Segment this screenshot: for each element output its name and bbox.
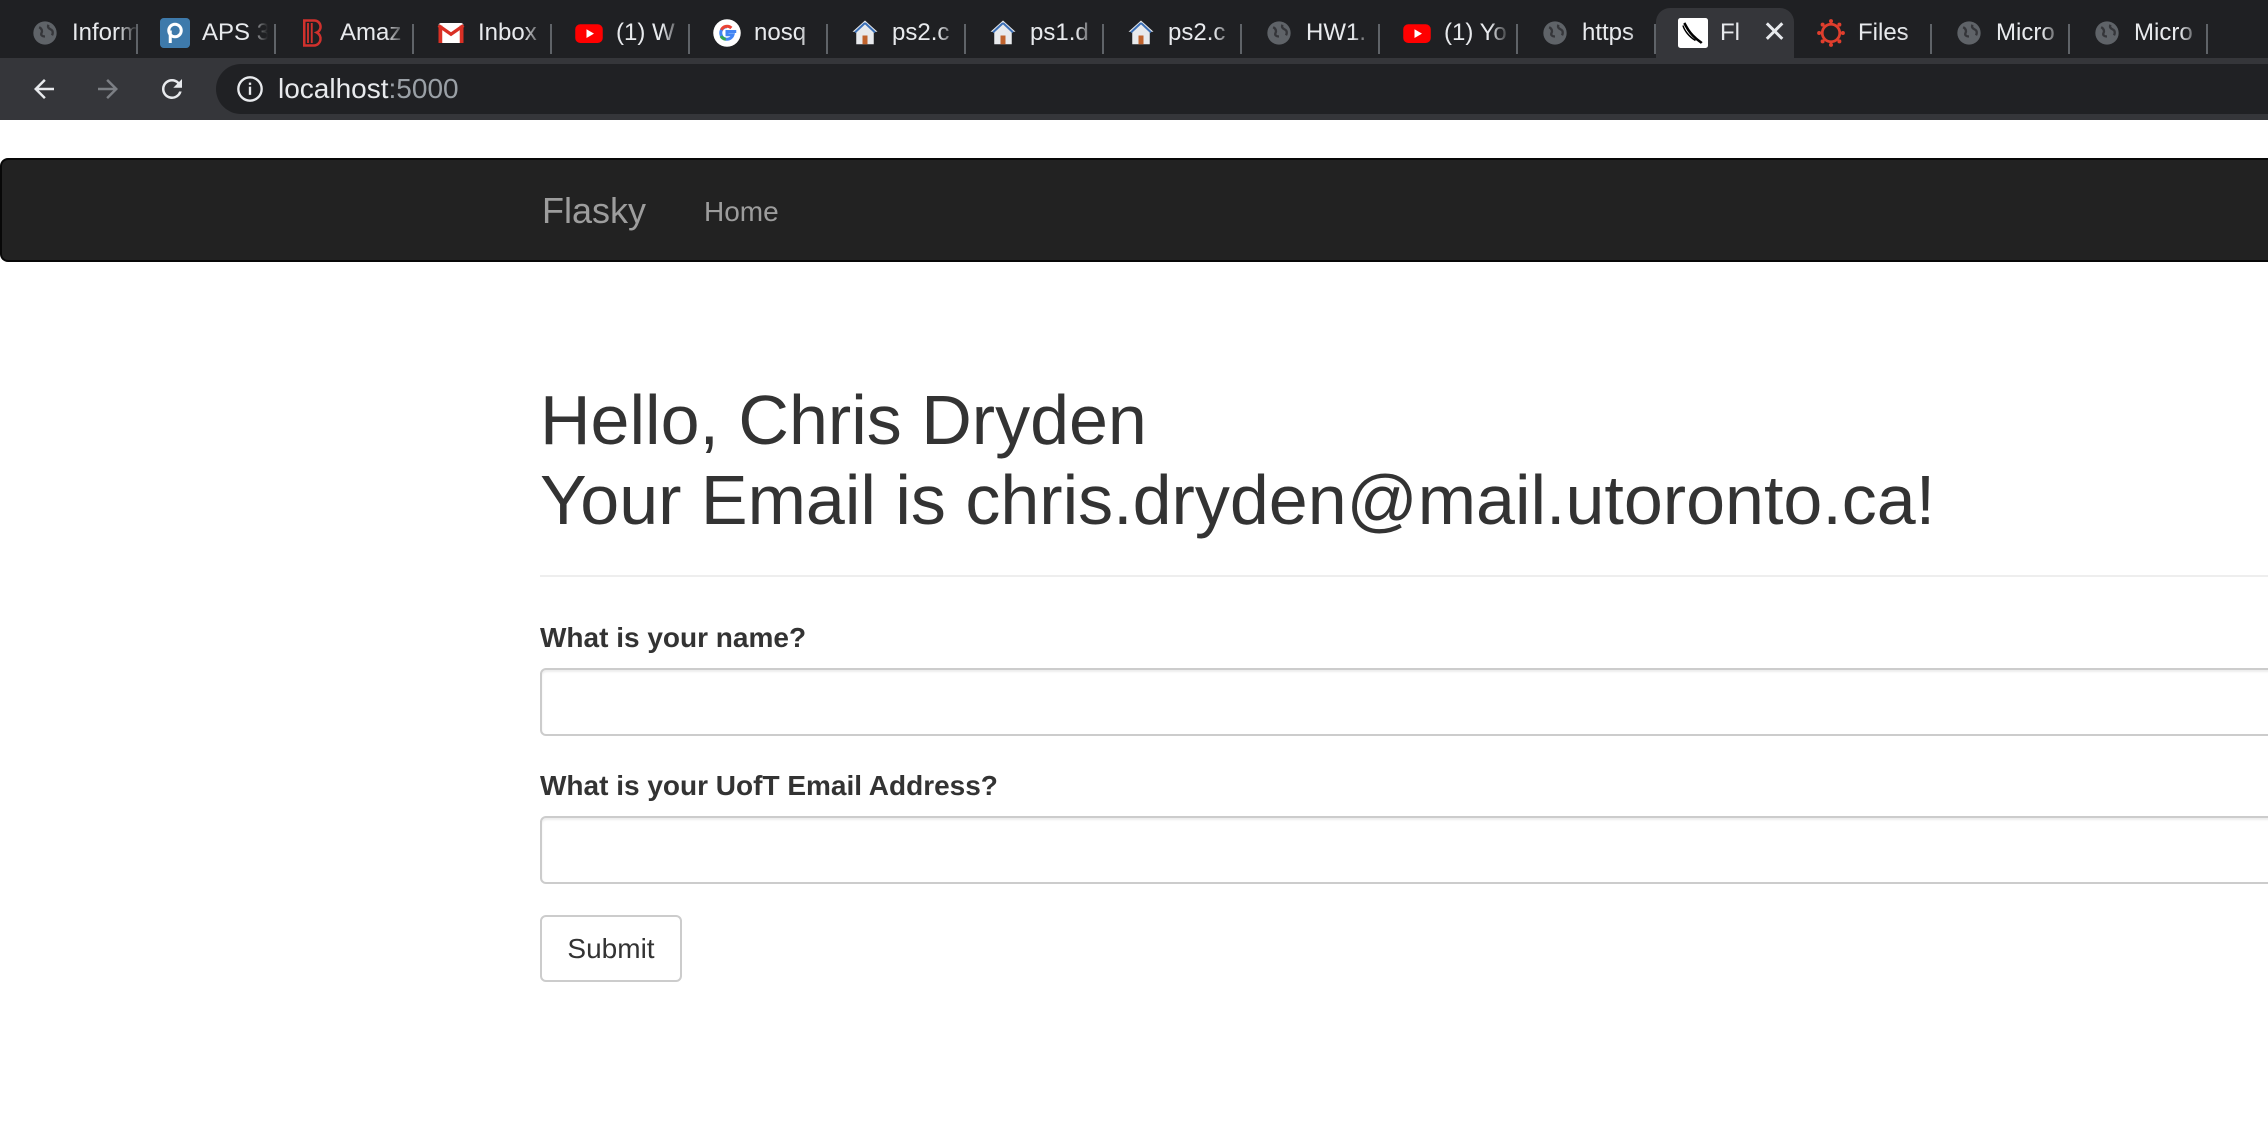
browser-tab[interactable]: (1) W	[552, 8, 690, 58]
globe-icon	[30, 18, 60, 48]
submit-button[interactable]: Submit	[540, 915, 682, 982]
globe-icon	[1954, 18, 1984, 48]
url-port: :5000	[388, 73, 459, 104]
greeting-heading: Hello, Chris Dryden Your Email is chris.…	[540, 380, 2268, 540]
browser-tab[interactable]: https	[1518, 8, 1656, 58]
tab-title: ps2.c	[892, 19, 950, 46]
tab-title: ps1.d	[1030, 19, 1089, 46]
house-icon	[988, 18, 1018, 48]
email-label: What is your UofT Email Address?	[540, 770, 998, 801]
name-label: What is your name?	[540, 622, 807, 653]
google-icon	[712, 18, 742, 48]
tab-separator	[2206, 24, 2208, 54]
browser-tab-strip: Inform APS 3 Amaz Inbox (1) W nosq ps2.c ps1.d p…	[0, 0, 2268, 58]
browser-tab[interactable]: Files	[1794, 8, 1932, 58]
piazza-icon	[160, 18, 190, 48]
navbar-brand[interactable]: Flasky	[542, 190, 646, 232]
reload-button[interactable]	[140, 58, 204, 120]
youtube-icon	[1402, 18, 1432, 48]
greeting-name: Hello, Chris Dryden	[540, 381, 1147, 459]
gmail-icon	[436, 18, 466, 48]
arrow-right-icon	[98, 79, 118, 99]
tab-title: APS 3	[202, 19, 268, 46]
globe-icon	[1540, 18, 1570, 48]
site-navbar: Flasky Home	[0, 158, 2268, 262]
header-divider	[540, 575, 2268, 577]
browser-tab[interactable]: Inbox	[414, 8, 552, 58]
browser-toolbar: localhost:5000	[0, 58, 2268, 120]
tab-title: Micro	[1996, 19, 2055, 46]
name-input[interactable]	[540, 668, 2268, 736]
forward-button[interactable]	[76, 58, 140, 120]
tab-title: Inbox	[478, 19, 537, 46]
arrow-left-icon	[34, 79, 54, 99]
tab-title: https	[1582, 19, 1635, 46]
browser-tab[interactable]: ps1.d	[966, 8, 1104, 58]
tab-title: Amaz	[340, 19, 402, 46]
tab-title: Files	[1858, 19, 1909, 46]
browser-tab[interactable]: Inform	[0, 8, 138, 58]
reload-icon	[161, 78, 182, 99]
house-icon	[1126, 18, 1156, 48]
page-header: Hello, Chris Dryden Your Email is chris.…	[540, 380, 2268, 540]
youtube-icon	[574, 18, 604, 48]
tab-title: nosq	[754, 19, 807, 46]
browser-tab[interactable]: APS 3	[138, 8, 276, 58]
tab-title: (1) W	[616, 19, 675, 46]
globe-icon	[1264, 18, 1294, 48]
greeting-email: Your Email is chris.dryden@mail.utoronto…	[540, 461, 1936, 539]
browser-tab[interactable]: HW1.	[1242, 8, 1380, 58]
house-icon	[850, 18, 880, 48]
browser-tab[interactable]: nosq	[690, 8, 828, 58]
browser-tab[interactable]: ps2.c	[828, 8, 966, 58]
browser-tab[interactable]: ps2.c	[1104, 8, 1242, 58]
back-button[interactable]	[12, 58, 76, 120]
url-host: localhost	[278, 73, 389, 104]
tab-title: (1) Yo	[1444, 19, 1507, 46]
nav-link-home[interactable]: Home	[704, 196, 779, 228]
tab-title: HW1.	[1306, 19, 1366, 46]
address-bar[interactable]: localhost:5000	[216, 64, 2268, 114]
browser-tab-active[interactable]: Fl ✕	[1656, 8, 1794, 58]
close-tab-icon[interactable]: ✕	[1762, 18, 1787, 48]
flask-icon	[1678, 18, 1708, 48]
tab-title: Inform	[72, 19, 138, 46]
info-icon[interactable]	[236, 75, 264, 103]
canvas-icon	[1816, 18, 1846, 48]
tab-title: Micro	[2134, 19, 2193, 46]
browser-tab[interactable]: (1) Yo	[1380, 8, 1518, 58]
browser-tab[interactable]: Micro	[1932, 8, 2070, 58]
email-input[interactable]	[540, 816, 2268, 884]
brand-b-icon	[298, 18, 328, 48]
globe-icon	[2092, 18, 2122, 48]
tab-title: Fl	[1720, 19, 1740, 46]
tab-title: ps2.c	[1168, 19, 1226, 46]
browser-tab[interactable]: Micro	[2070, 8, 2208, 58]
browser-tab[interactable]: Amaz	[276, 8, 414, 58]
